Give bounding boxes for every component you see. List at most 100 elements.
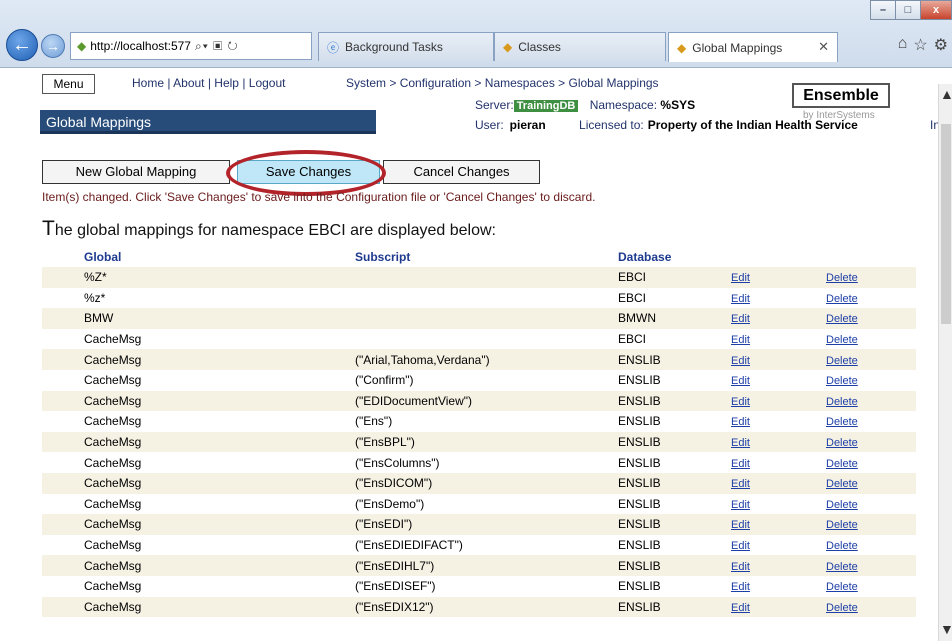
scrollbar-thumb[interactable]: [941, 124, 951, 324]
maximize-button[interactable]: □: [895, 0, 921, 20]
delete-cell: Delete: [826, 328, 916, 350]
delete-link[interactable]: Delete: [826, 519, 858, 531]
scroll-up-icon[interactable]: ▲: [940, 86, 952, 102]
edit-link[interactable]: Edit: [731, 540, 750, 552]
cell-database: ENSLIB: [618, 514, 731, 535]
edit-cell: Edit: [731, 555, 826, 576]
cancel-changes-button[interactable]: Cancel Changes: [383, 160, 540, 184]
edit-link[interactable]: Edit: [731, 499, 750, 511]
breadcrumb-namespaces[interactable]: Namespaces: [485, 76, 555, 90]
delete-link[interactable]: Delete: [826, 355, 858, 367]
home-icon[interactable]: ⌂: [898, 35, 908, 55]
server-badge: TrainingDB: [513, 100, 579, 112]
edit-link[interactable]: Edit: [731, 478, 750, 490]
cell-subscript: ("Confirm"): [355, 369, 618, 391]
delete-cell: Delete: [826, 390, 916, 412]
header-database[interactable]: Database: [618, 247, 731, 267]
cell-subscript: ("EnsEDIX12"): [355, 596, 618, 618]
tab-label: Background Tasks: [345, 40, 443, 54]
header-subscript[interactable]: Subscript: [355, 247, 618, 267]
delete-cell: Delete: [826, 472, 916, 494]
breadcrumb-global-mappings[interactable]: Global Mappings: [569, 76, 659, 90]
delete-link[interactable]: Delete: [826, 540, 858, 552]
home-link[interactable]: Home: [132, 76, 164, 90]
edit-cell: Edit: [731, 514, 826, 535]
delete-link[interactable]: Delete: [826, 375, 858, 387]
edit-link[interactable]: Edit: [731, 355, 750, 367]
delete-link[interactable]: Delete: [826, 416, 858, 428]
edit-link[interactable]: Edit: [731, 334, 750, 346]
edit-link[interactable]: Edit: [731, 519, 750, 531]
cell-global: %z*: [42, 287, 355, 309]
cell-global: CacheMsg: [42, 452, 355, 473]
logout-link[interactable]: Logout: [249, 76, 286, 90]
settings-gear-icon[interactable]: ⚙: [934, 35, 948, 55]
delete-cell: Delete: [826, 369, 916, 391]
edit-link[interactable]: Edit: [731, 602, 750, 614]
edit-link[interactable]: Edit: [731, 437, 750, 449]
close-tab-icon[interactable]: ✕: [818, 39, 829, 55]
scroll-down-icon[interactable]: ▼: [940, 621, 952, 637]
breadcrumb: System > Configuration > Namespaces > Gl…: [346, 76, 659, 90]
about-link[interactable]: About: [173, 76, 204, 90]
delete-link[interactable]: Delete: [826, 313, 858, 325]
delete-link[interactable]: Delete: [826, 458, 858, 470]
edit-link[interactable]: Edit: [731, 561, 750, 573]
delete-cell: Delete: [826, 452, 916, 473]
delete-link[interactable]: Delete: [826, 602, 858, 614]
tab-background-tasks[interactable]: ⓔ Background Tasks: [318, 32, 494, 61]
table-row: CacheMsg ("EnsDICOM") ENSLIB Edit Delete: [42, 472, 916, 494]
delete-link[interactable]: Delete: [826, 499, 858, 511]
close-button[interactable]: x: [920, 0, 952, 20]
intro-rest: he global mappings for namespace EBCI ar…: [54, 222, 496, 239]
address-bar[interactable]: ◆ http://localhost:577 ⌕▾ ▣ ↻: [70, 32, 312, 60]
breadcrumb-configuration[interactable]: Configuration: [400, 76, 471, 90]
delete-link[interactable]: Delete: [826, 334, 858, 346]
delete-link[interactable]: Delete: [826, 293, 858, 305]
edit-link[interactable]: Edit: [731, 375, 750, 387]
status-message: Item(s) changed. Click 'Save Changes' to…: [42, 190, 596, 204]
cell-global: CacheMsg: [42, 493, 355, 515]
menu-button[interactable]: Menu: [42, 74, 95, 94]
user-value: pieran: [509, 118, 546, 132]
breadcrumb-system[interactable]: System: [346, 76, 386, 90]
help-link[interactable]: Help: [214, 76, 239, 90]
window-controls: – □ x: [870, 0, 952, 22]
licensed-label: Licensed to:: [579, 118, 644, 132]
header-global[interactable]: Global: [42, 247, 355, 267]
delete-cell: Delete: [826, 349, 916, 370]
global-mappings-table: Global Subscript Database %Z* EBCI Edit Del…: [42, 247, 916, 618]
back-arrow-icon[interactable]: ←: [6, 29, 38, 61]
forward-arrow-icon[interactable]: →: [41, 34, 65, 58]
cell-database: EBCI: [618, 287, 731, 309]
vertical-scrollbar[interactable]: ▲ ▼: [938, 84, 952, 641]
edit-link[interactable]: Edit: [731, 458, 750, 470]
edit-link[interactable]: Edit: [731, 293, 750, 305]
server-info: Server: TrainingDB Namespace: %SYS: [475, 98, 695, 112]
new-global-mapping-button[interactable]: New Global Mapping: [42, 160, 230, 184]
delete-link[interactable]: Delete: [826, 561, 858, 573]
tab-classes[interactable]: ◆ Classes: [494, 32, 666, 61]
edit-link[interactable]: Edit: [731, 313, 750, 325]
delete-link[interactable]: Delete: [826, 437, 858, 449]
edit-link[interactable]: Edit: [731, 272, 750, 284]
delete-cell: Delete: [826, 596, 916, 618]
address-tools-icons[interactable]: ⌕▾ ▣ ↻: [195, 39, 239, 54]
edit-link[interactable]: Edit: [731, 416, 750, 428]
delete-link[interactable]: Delete: [826, 581, 858, 593]
edit-link[interactable]: Edit: [731, 396, 750, 408]
favorites-star-icon[interactable]: ☆: [913, 35, 927, 55]
tab-label: Classes: [518, 40, 561, 54]
delete-link[interactable]: Delete: [826, 478, 858, 490]
delete-link[interactable]: Delete: [826, 272, 858, 284]
cell-subscript: ("EnsColumns"): [355, 452, 618, 473]
cell-database: ENSLIB: [618, 575, 731, 597]
address-url: http://localhost:577: [90, 39, 191, 53]
cell-subscript: [355, 267, 618, 288]
edit-link[interactable]: Edit: [731, 581, 750, 593]
tab-global-mappings[interactable]: ◆ Global Mappings ✕: [668, 32, 838, 62]
delete-cell: Delete: [826, 514, 916, 535]
cell-database: EBCI: [618, 267, 731, 288]
minimize-button[interactable]: –: [870, 0, 896, 20]
delete-link[interactable]: Delete: [826, 396, 858, 408]
